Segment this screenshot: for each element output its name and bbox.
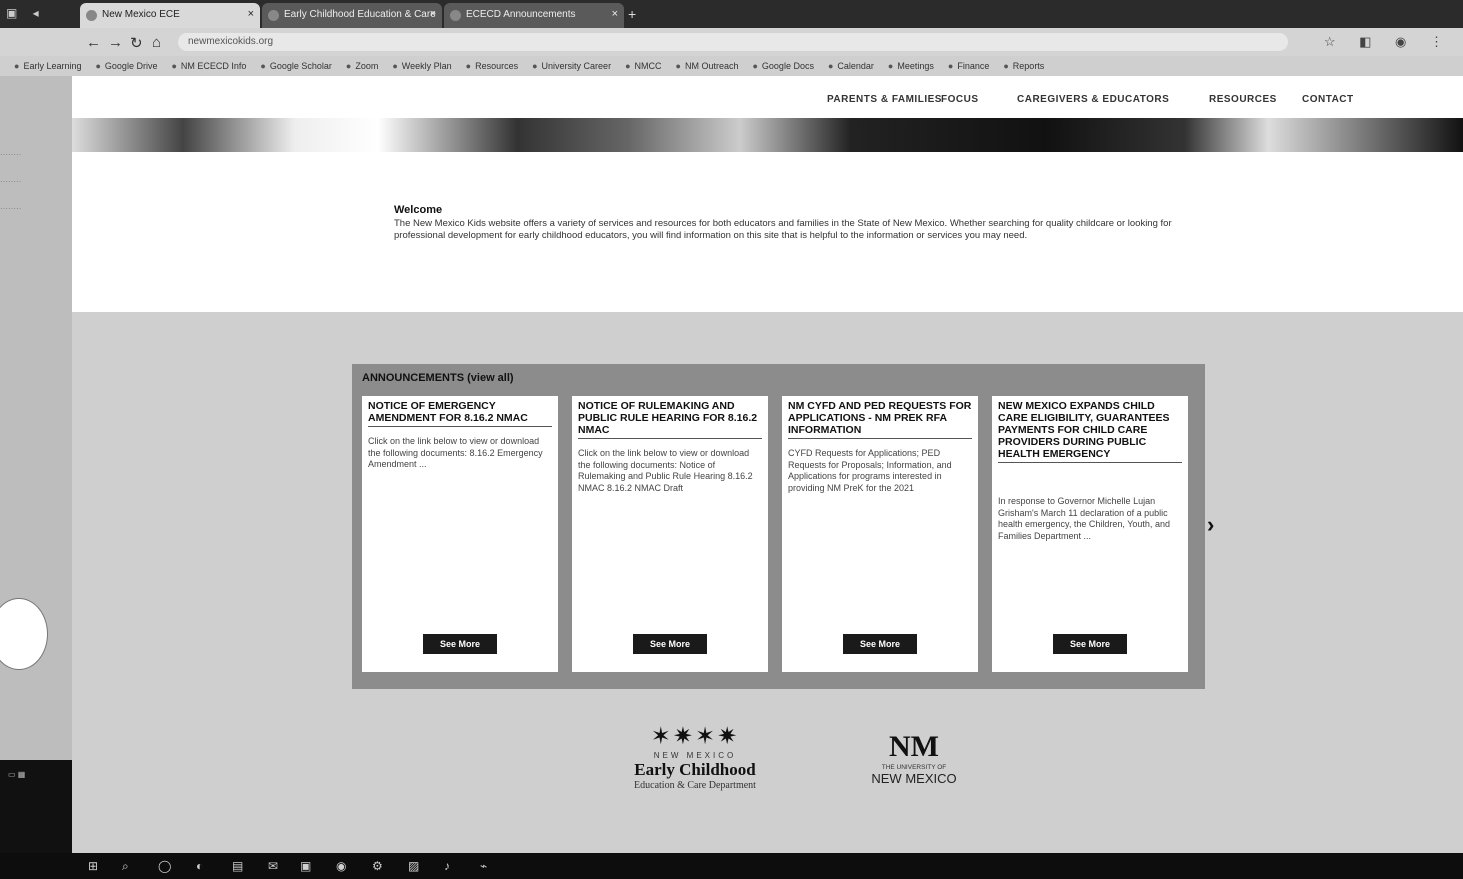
necd-logo[interactable]: ✶✷✶✷ NEW MEXICO Early Childhood Educatio…: [595, 722, 795, 791]
side-text: ········: [0, 204, 22, 213]
windows-icon[interactable]: ⊞: [88, 859, 98, 873]
chrome-icon[interactable]: ◉: [336, 859, 346, 873]
card-title[interactable]: NOTICE OF RULEMAKING AND PUBLIC RULE HEA…: [578, 400, 762, 439]
bookmark-item[interactable]: Calendar: [828, 61, 874, 71]
nav-focus[interactable]: FOCUS: [941, 94, 979, 105]
side-circle-button[interactable]: [0, 598, 48, 670]
card-body: Click on the link below to view or downl…: [368, 436, 543, 469]
bookmark-item[interactable]: Zoom: [346, 61, 378, 71]
announcements-panel: ANNOUNCEMENTS (view all) NOTICE OF EMERG…: [352, 364, 1205, 689]
site-page: PARENTS & FAMILIES FOCUS CAREGIVERS & ED…: [72, 76, 1463, 853]
tab-label: ECECD Announcements: [466, 9, 576, 20]
bookmark-item[interactable]: NMCC: [625, 61, 662, 71]
music-icon[interactable]: ♪: [444, 859, 450, 873]
side-text: ········: [0, 177, 22, 186]
necd-name: Early Childhood: [634, 760, 756, 779]
unm-small: THE UNIVERSITY OF: [881, 764, 947, 771]
announcement-card: NOTICE OF RULEMAKING AND PUBLIC RULE HEA…: [572, 396, 768, 672]
bookmark-item[interactable]: Meetings: [888, 61, 934, 71]
favicon-icon: [86, 10, 97, 21]
bookmarks-bar: Early Learning Google Drive NM ECECD Info G…: [0, 56, 1463, 76]
browser-tab-bar: ▣ ◂ New Mexico ECE × Early Childhood Edu…: [0, 0, 1463, 28]
bookmark-item[interactable]: Finance: [948, 61, 989, 71]
extension-icons[interactable]: ☆ ◧ ◉ ⋮: [1324, 34, 1453, 50]
reload-icon[interactable]: ↻: [130, 34, 143, 52]
announcements-heading[interactable]: ANNOUNCEMENTS (view all): [362, 372, 514, 384]
bookmark-item[interactable]: Google Drive: [95, 61, 158, 71]
card-title[interactable]: NM CYFD AND PED REQUESTS FOR APPLICATION…: [788, 400, 972, 439]
necd-dept: Education & Care Department: [634, 780, 756, 791]
welcome-title: Welcome: [394, 204, 443, 216]
nav-resources[interactable]: RESOURCES: [1209, 94, 1277, 105]
tab-label: Early Childhood Education & Care: [284, 9, 436, 20]
see-more-button[interactable]: See More: [1053, 634, 1127, 654]
new-tab-button[interactable]: +: [628, 6, 636, 22]
hero-banner: [72, 118, 1463, 152]
welcome-text: The New Mexico Kids website offers a var…: [394, 218, 1172, 241]
bookmark-item[interactable]: NM Outreach: [676, 61, 739, 71]
taskview-icon[interactable]: ◯: [158, 859, 171, 873]
announcement-card: NEW MEXICO EXPANDS CHILD CARE ELIGIBILIT…: [992, 396, 1188, 672]
tray-icon[interactable]: ▭ ▦: [8, 770, 25, 779]
site-nav: PARENTS & FAMILIES FOCUS CAREGIVERS & ED…: [72, 90, 1463, 110]
favicon-icon: [268, 10, 279, 21]
photos-icon[interactable]: ▨: [408, 859, 419, 873]
left-panel: ········ ········ ········: [0, 150, 70, 231]
nav-parents-families[interactable]: PARENTS & FAMILIES: [827, 94, 942, 105]
announcement-card: NM CYFD AND PED REQUESTS FOR APPLICATION…: [782, 396, 978, 672]
close-icon[interactable]: ×: [612, 8, 618, 20]
welcome-section: Welcome The New Mexico Kids website offe…: [394, 204, 1184, 242]
edge-icon[interactable]: ◐: [196, 859, 203, 873]
card-body: In response to Governor Michelle Lujan G…: [998, 496, 1170, 541]
side-text: ········: [0, 150, 22, 159]
browser-tab-3[interactable]: ECECD Announcements ×: [444, 3, 624, 28]
see-more-button[interactable]: See More: [843, 634, 917, 654]
settings-icon[interactable]: ⚙: [372, 859, 383, 873]
unm-big: NEW MEXICO: [871, 771, 957, 786]
browser-nav-bar: ← → ↻ ⌂ newmexicokids.org ☆ ◧ ◉ ⋮: [0, 28, 1463, 56]
tab-label: New Mexico ECE: [102, 9, 180, 20]
home-icon[interactable]: ⌂: [152, 34, 161, 51]
unm-logo[interactable]: NM THE UNIVERSITY OF NEW MEXICO: [854, 730, 974, 786]
card-title[interactable]: NEW MEXICO EXPANDS CHILD CARE ELIGIBILIT…: [998, 400, 1182, 463]
announcements-band: ANNOUNCEMENTS (view all) NOTICE OF EMERG…: [72, 312, 1463, 853]
unm-monogram: NM: [889, 730, 939, 763]
bookmark-item[interactable]: Google Docs: [752, 61, 814, 71]
network-icon[interactable]: ⌁: [480, 859, 487, 873]
browser-tab-1[interactable]: New Mexico ECE ×: [80, 3, 260, 28]
see-more-button[interactable]: See More: [633, 634, 707, 654]
files-icon[interactable]: ▤: [232, 859, 243, 873]
close-icon[interactable]: ×: [430, 8, 436, 20]
announcement-card: NOTICE OF EMERGENCY AMENDMENT FOR 8.16.2…: [362, 396, 558, 672]
bookmark-item[interactable]: NM ECECD Info: [171, 61, 247, 71]
card-title[interactable]: NOTICE OF EMERGENCY AMENDMENT FOR 8.16.2…: [368, 400, 552, 427]
zia-figures-icon: ✶✷✶✷: [650, 723, 740, 750]
store-icon[interactable]: ▣: [300, 859, 311, 873]
see-more-button[interactable]: See More: [423, 634, 497, 654]
mail-icon[interactable]: ✉: [268, 859, 278, 873]
bookmark-item[interactable]: University Career: [532, 61, 612, 71]
card-body: Click on the link below to view or downl…: [578, 448, 753, 493]
browser-tab-2[interactable]: Early Childhood Education & Care ×: [262, 3, 442, 28]
card-body: CYFD Requests for Applications; PED Requ…: [788, 448, 952, 493]
nav-caregivers-educators[interactable]: CAREGIVERS & EDUCATORS: [1017, 94, 1169, 105]
taskbar: ⊞ ⌕ ◯ ◐ ▤ ✉ ▣ ◉ ⚙ ▨ ♪ ⌁: [0, 853, 1463, 879]
address-bar[interactable]: newmexicokids.org: [178, 33, 1288, 51]
system-tray: ▭ ▦: [0, 760, 72, 853]
nav-contact[interactable]: CONTACT: [1302, 94, 1354, 105]
necd-state: NEW MEXICO: [653, 751, 737, 760]
url-text: newmexicokids.org: [188, 36, 274, 47]
bookmark-item[interactable]: Google Scholar: [260, 61, 332, 71]
bookmark-item[interactable]: Early Learning: [14, 61, 81, 71]
bookmark-item[interactable]: Weekly Plan: [392, 61, 452, 71]
forward-icon[interactable]: →: [108, 34, 123, 51]
back-icon[interactable]: ←: [86, 34, 101, 51]
search-icon[interactable]: ⌕: [122, 859, 129, 874]
window-controls-icon[interactable]: ▣ ◂: [6, 6, 45, 20]
bookmark-item[interactable]: Reports: [1003, 61, 1045, 71]
favicon-icon: [450, 10, 461, 21]
close-icon[interactable]: ×: [248, 8, 254, 20]
bookmark-item[interactable]: Resources: [466, 61, 518, 71]
chevron-right-icon[interactable]: ›: [1207, 512, 1214, 538]
